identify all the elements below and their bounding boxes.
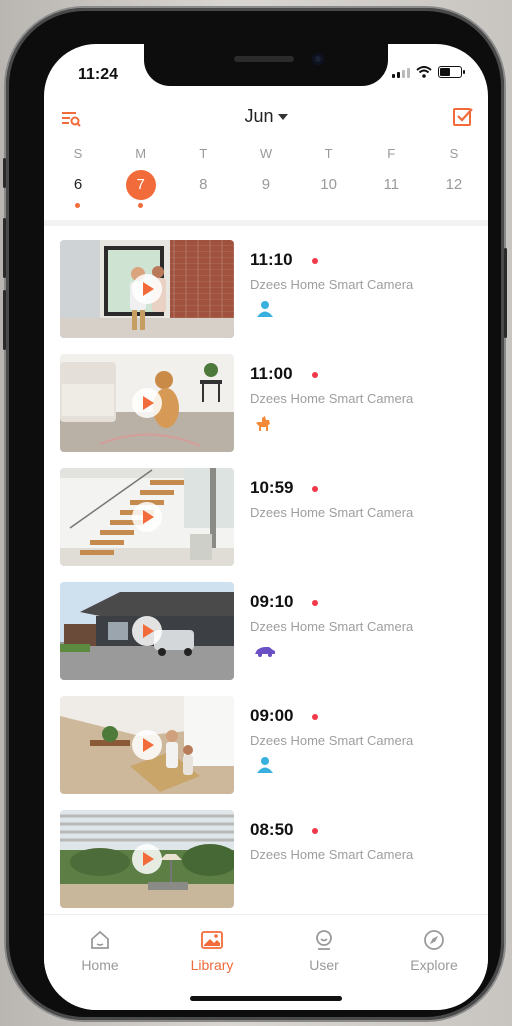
app-screen: 11:24 Jun S 6 M 7 T 8 W 9 T 10 F 11 S 12…: [44, 44, 488, 1010]
select-edit-icon[interactable]: [452, 106, 474, 128]
signal-icon: [392, 68, 410, 78]
tab-label: Library: [190, 957, 234, 973]
event-time: 11:00: [250, 364, 293, 383]
notch: [144, 44, 388, 86]
day-of-week-label: F: [387, 146, 396, 161]
week-calendar: S 6 M 7 T 8 W 9 T 10 F 11 S 12: [56, 146, 476, 210]
library-header: Jun: [44, 100, 488, 140]
tab-explore[interactable]: Explore: [394, 929, 474, 973]
day-of-week-label: T: [199, 146, 208, 161]
divider: [44, 220, 488, 226]
event-time: 09:00: [250, 706, 294, 725]
dog-icon: [256, 416, 270, 431]
event-item[interactable]: 09:00 Dzees Home Smart Camera: [44, 690, 488, 794]
event-thumbnail[interactable]: [60, 468, 234, 566]
person-icon: [257, 301, 273, 317]
selected-date: 7: [125, 170, 156, 200]
unread-dot: [312, 372, 318, 378]
power-button: [504, 248, 507, 338]
day-cell[interactable]: S6: [56, 146, 100, 210]
unread-dot: [312, 486, 318, 492]
tab-library[interactable]: Library: [172, 929, 252, 973]
play-icon[interactable]: [132, 844, 162, 874]
event-item[interactable]: 11:00 Dzees Home Smart Camera: [44, 348, 488, 452]
status-icons: [392, 66, 465, 78]
caret-down-icon: [277, 113, 288, 120]
home-icon: [91, 930, 109, 949]
unread-dot: [312, 714, 318, 720]
date-number: 10: [320, 176, 337, 193]
event-camera-name: Dzees Home Smart Camera: [250, 847, 414, 862]
earpiece-speaker: [234, 56, 294, 62]
day-cell[interactable]: S 12: [432, 146, 476, 210]
play-icon[interactable]: [132, 502, 162, 532]
month-selector[interactable]: Jun: [44, 106, 488, 127]
event-thumbnail[interactable]: [60, 582, 234, 680]
event-camera-name: Dzees Home Smart Camera: [250, 277, 414, 292]
event-thumbnail[interactable]: [60, 696, 234, 794]
volume-up-button: [3, 218, 6, 278]
day-of-week-label: W: [259, 146, 273, 161]
day-cell[interactable]: T 10: [307, 146, 351, 210]
event-indicator-dot: [137, 203, 143, 208]
event-time: 10:59: [250, 478, 294, 497]
tab-label: Home: [81, 957, 119, 973]
tab-label: Explore: [410, 957, 458, 973]
event-camera-name: Dzees Home Smart Camera: [250, 733, 414, 748]
event-indicator-dot: [75, 203, 80, 208]
tab-home[interactable]: Home: [60, 929, 140, 973]
day-of-week-label: M: [135, 146, 147, 161]
date-number: 6: [73, 176, 83, 193]
day-of-week-label: S: [73, 146, 83, 161]
play-icon[interactable]: [132, 730, 162, 760]
phone-frame: 11:24 Jun S 6 M 7 T 8 W 9 T 10 F 11 S 12…: [3, 8, 507, 1020]
day-cell[interactable]: W9: [244, 146, 288, 210]
event-item[interactable]: 09:10 Dzees Home Smart Camera: [44, 576, 488, 680]
day-of-week-label: S: [449, 146, 459, 161]
event-camera-name: Dzees Home Smart Camera: [250, 505, 414, 520]
event-thumbnail[interactable]: [60, 240, 234, 338]
unread-dot: [312, 258, 318, 264]
day-of-week-label: T: [324, 146, 333, 161]
play-icon[interactable]: [132, 388, 162, 418]
wifi-icon: [416, 66, 432, 78]
car-icon: [255, 647, 275, 657]
date-number: 11: [383, 176, 400, 193]
unread-dot: [312, 600, 318, 606]
event-time: 09:10: [250, 592, 294, 611]
play-icon[interactable]: [132, 616, 162, 646]
event-item[interactable]: 08:50 Dzees Home Smart Camera: [44, 804, 488, 908]
user-icon: [316, 930, 332, 950]
event-thumbnail[interactable]: [60, 810, 234, 908]
day-cell[interactable]: T8: [181, 146, 225, 210]
date-number: 8: [199, 176, 208, 193]
front-camera: [312, 53, 324, 65]
tab-label: User: [309, 957, 339, 973]
day-cell[interactable]: M7: [119, 146, 163, 210]
mute-switch: [3, 158, 6, 188]
event-time: 11:10: [250, 250, 293, 269]
tab-user[interactable]: User: [284, 929, 364, 973]
unread-dot: [312, 828, 318, 834]
play-icon[interactable]: [132, 274, 162, 304]
event-item[interactable]: 10:59 Dzees Home Smart Camera: [44, 462, 488, 566]
month-label: Jun: [244, 106, 274, 126]
compass-icon: [424, 930, 444, 950]
status-time: 11:24: [78, 66, 119, 83]
event-camera-name: Dzees Home Smart Camera: [250, 619, 414, 634]
event-item[interactable]: 11:10 Dzees Home Smart Camera: [44, 234, 488, 338]
person-icon: [257, 757, 273, 773]
battery-icon: [438, 66, 465, 78]
date-number: 12: [445, 176, 463, 193]
event-time: 08:50: [250, 820, 294, 839]
event-camera-name: Dzees Home Smart Camera: [250, 391, 414, 406]
home-indicator[interactable]: [190, 996, 342, 1001]
library-icon: [201, 931, 223, 949]
event-thumbnail[interactable]: [60, 354, 234, 452]
volume-down-button: [3, 290, 6, 350]
day-cell[interactable]: F 11: [369, 146, 413, 210]
date-number: 9: [261, 176, 271, 193]
